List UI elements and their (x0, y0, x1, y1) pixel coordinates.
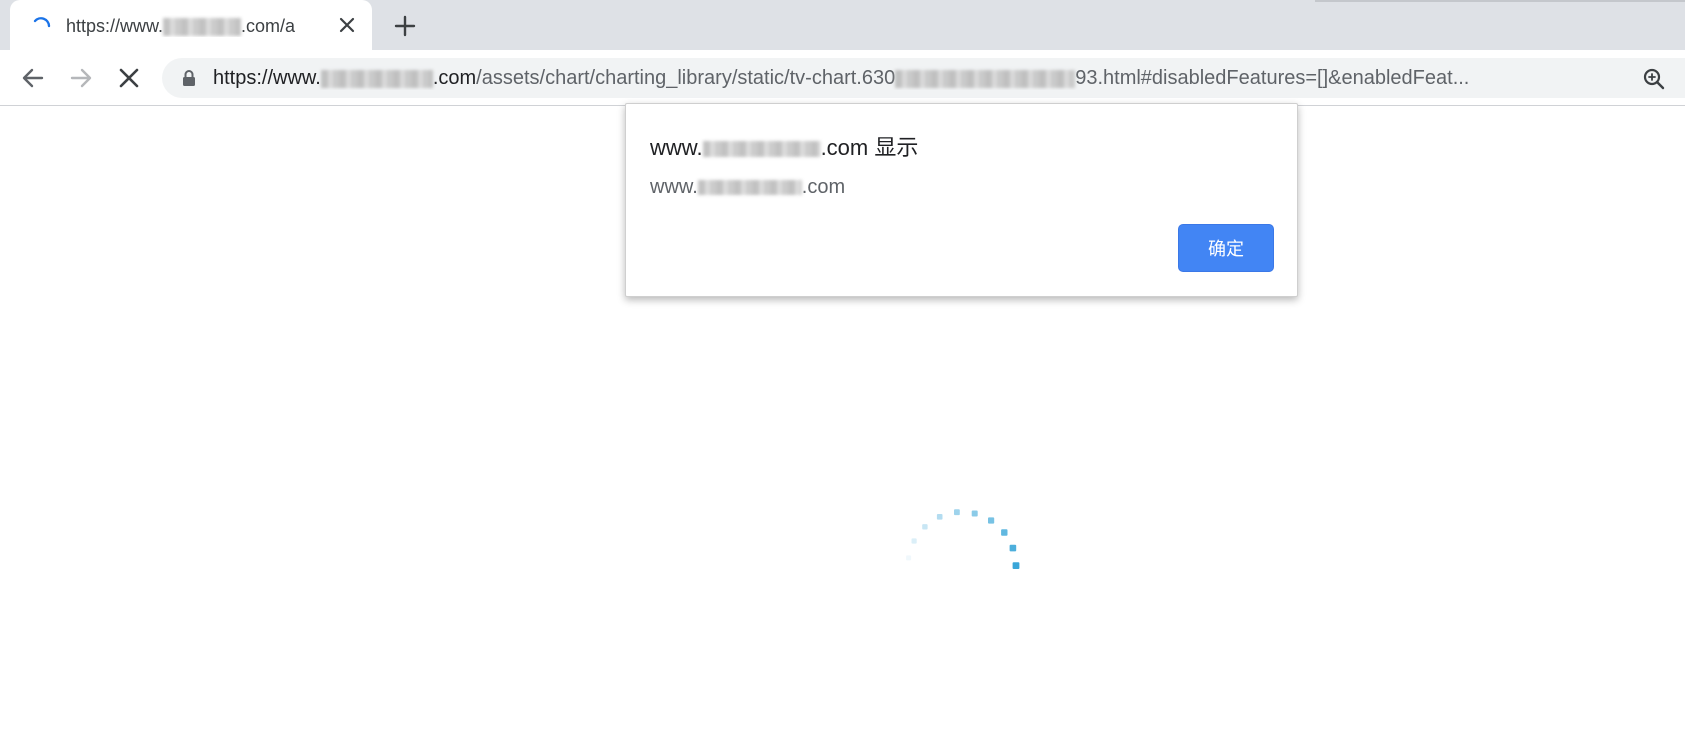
url-text[interactable]: https://www. .com/assets/chart/charting_l… (213, 66, 1633, 90)
dotted-spinner-icon (906, 509, 1020, 569)
stop-loading-icon[interactable] (115, 64, 143, 92)
forward-arrow-icon[interactable] (67, 64, 95, 92)
browser-toolbar: https://www. .com/assets/chart/charting_l… (0, 50, 1685, 106)
loading-spinner-icon (33, 17, 51, 28)
close-icon[interactable] (336, 14, 358, 36)
zoom-icon[interactable] (1642, 67, 1666, 91)
spinner-dot (954, 509, 960, 516)
active-tab[interactable]: https://www. .com/a (10, 0, 372, 50)
spinner-dot (906, 555, 912, 561)
tab-strip-shadow (1315, 0, 1685, 2)
spinner-dot (922, 524, 928, 530)
address-bar[interactable]: https://www. .com/assets/chart/charting_l… (162, 58, 1685, 98)
spinner-dot (988, 517, 995, 524)
spinner-dot (1009, 544, 1017, 552)
lock-icon[interactable] (181, 69, 197, 87)
dialog-message: www. .com (650, 176, 846, 198)
tab-strip: https://www. .com/a (0, 0, 1685, 50)
spinner-dot (971, 510, 978, 517)
plus-icon[interactable] (392, 13, 418, 39)
spinner-dot (1012, 562, 1020, 569)
alert-dialog: www. .com 显示 www. .com 确定 (625, 103, 1298, 297)
ok-button[interactable]: 确定 (1178, 224, 1274, 272)
tab-title: https://www. .com/a (66, 15, 336, 37)
redacted-domain (702, 141, 821, 158)
dialog-title: www. .com 显示 (650, 135, 919, 160)
spinner-dot (936, 514, 943, 520)
spinner-dot (1001, 529, 1008, 536)
spinner-dot (911, 538, 917, 544)
back-arrow-icon[interactable] (19, 64, 47, 92)
redacted-domain (697, 180, 802, 196)
redacted-domain (320, 69, 433, 88)
redacted-hash (895, 69, 1076, 88)
redacted-domain (163, 18, 242, 37)
